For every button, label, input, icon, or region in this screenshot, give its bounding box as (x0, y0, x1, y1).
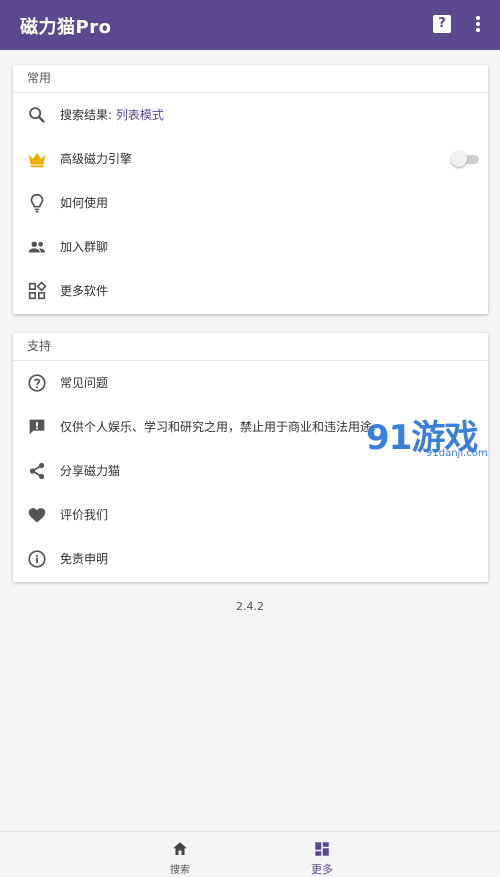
info-icon (28, 550, 46, 568)
advanced-engine-label: 高级磁力引擎 (60, 152, 133, 166)
tab-search[interactable]: 搜索 (140, 832, 220, 876)
help-circle-icon (28, 374, 46, 392)
lightbulb-icon (30, 193, 44, 213)
disclaimer-label: 免责申明 (60, 552, 109, 566)
section-header-common: 常用 (13, 65, 488, 93)
more-apps-item[interactable]: 更多软件 (13, 269, 488, 313)
crown-icon (28, 152, 46, 168)
version-label: 2.4.2 (236, 600, 264, 613)
group-icon (28, 241, 46, 253)
how-to-use-label: 如何使用 (60, 196, 109, 210)
feedback-icon (29, 419, 45, 435)
disclaimer-item[interactable]: 免责申明 (13, 537, 488, 581)
more-apps-label: 更多软件 (60, 284, 109, 298)
search-icon (29, 107, 45, 123)
app-title: 磁力猫Pro (20, 17, 112, 38)
bottom-navigation: 搜索 更多 (0, 831, 500, 876)
usage-notice-label: 仅供个人娱乐、学习和研究之用，禁止用于商业和违法用途 (60, 420, 373, 434)
faq-label: 常见问题 (60, 376, 109, 390)
join-group-label: 加入群聊 (60, 240, 109, 254)
more-vert-icon[interactable] (468, 14, 488, 36)
tab-search-label: 搜索 (170, 865, 190, 876)
search-result-mode-item[interactable]: 搜索结果: 列表模式 (13, 93, 488, 137)
rate-us-item[interactable]: 评价我们 (13, 493, 488, 537)
home-icon (173, 842, 187, 855)
dashboard-icon (315, 842, 329, 856)
advanced-engine-item[interactable]: 高级磁力引擎 (13, 137, 488, 181)
tab-more[interactable]: 更多 (282, 832, 362, 876)
join-group-item[interactable]: 加入群聊 (13, 225, 488, 269)
share-icon (29, 462, 45, 480)
watermark-logo: 91游戏 91danji.com (366, 410, 500, 464)
help-icon[interactable]: ? (433, 15, 451, 33)
rate-us-label: 评价我们 (60, 508, 109, 522)
search-result-label: 搜索结果: (60, 108, 113, 122)
heart-icon (28, 508, 46, 523)
share-label: 分享磁力猫 (60, 464, 121, 478)
common-card: 常用 搜索结果: 列表模式 高级磁力引擎 如何使用 加入群聊 更多软件 (13, 65, 488, 314)
advanced-engine-toggle[interactable] (451, 151, 481, 167)
watermark-url: 91danji.com (426, 448, 488, 459)
section-header-support: 支持 (13, 333, 488, 361)
list-mode-value: 列表模式 (115, 108, 164, 122)
apps-icon (28, 281, 47, 300)
app-bar: 磁力猫Pro ? (0, 0, 500, 50)
how-to-use-item[interactable]: 如何使用 (13, 181, 488, 225)
faq-item[interactable]: 常见问题 (13, 361, 488, 405)
